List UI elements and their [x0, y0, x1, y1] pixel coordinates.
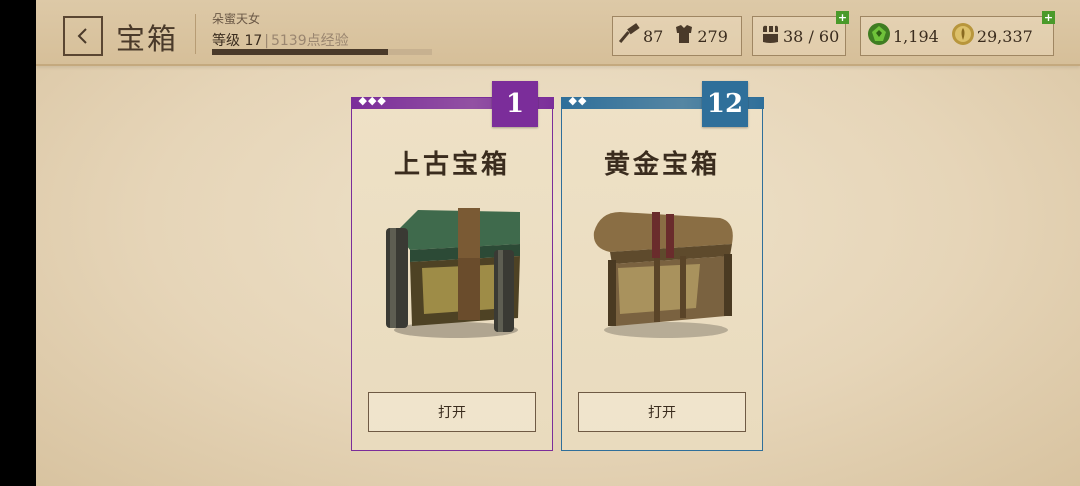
chest-card-ancient[interactable]: ◆◆◆ 1 上古宝箱 打开	[350, 81, 554, 451]
rarity-marks: ◆◆	[568, 93, 588, 107]
xp-progress-fill	[212, 49, 388, 55]
gold-coin-icon	[951, 22, 975, 50]
top-bar: 宝箱 朵蜜天女 等级 17 | 5139点经验 87 279 38 / 60 +…	[36, 0, 1080, 66]
open-chest-button[interactable]: 打开	[578, 392, 746, 432]
chest-count-badge: 12	[702, 81, 748, 127]
back-chevron-icon	[77, 28, 87, 44]
equipment-stats[interactable]: 87 279	[612, 16, 742, 56]
inventory-plus-button[interactable]: +	[836, 11, 849, 24]
chest-name: 上古宝箱	[393, 150, 510, 180]
open-chest-button[interactable]: 打开	[368, 392, 536, 432]
rarity-marks: ◆◆◆	[358, 93, 387, 107]
inventory-counter[interactable]: 38 / 60	[752, 16, 846, 56]
back-button[interactable]	[63, 16, 103, 56]
player-name: 朵蜜天女	[212, 12, 261, 26]
hammer-icon	[618, 23, 641, 49]
currency-panel[interactable]: 1,194 29,337	[860, 16, 1054, 56]
ancient-chest-image	[386, 208, 520, 338]
page-title: 宝箱	[116, 22, 179, 56]
xp-progress-bar	[212, 49, 432, 55]
chest-card-gold[interactable]: ◆◆ 12 黄金宝箱 打开	[560, 81, 764, 451]
chest-count-badge: 1	[492, 81, 538, 127]
gold-value: 29,337	[976, 26, 1033, 46]
level-info: 等级 17 | 5139点经验	[212, 30, 349, 50]
inventory-icon	[759, 23, 781, 49]
armor-value: 279	[697, 26, 728, 46]
chest-name: 黄金宝箱	[603, 150, 720, 180]
hammer-value: 87	[643, 26, 664, 46]
armor-icon	[673, 23, 695, 49]
gold-chest-image	[593, 212, 733, 338]
inventory-value: 38 / 60	[783, 26, 840, 46]
level-separator: |	[264, 33, 269, 49]
gem-icon	[867, 22, 891, 50]
game-screen: 宝箱 朵蜜天女 等级 17 | 5139点经验 87 279 38 / 60 +…	[36, 0, 1080, 486]
currency-plus-button[interactable]: +	[1042, 11, 1055, 24]
title-divider	[195, 14, 196, 54]
level-label: 等级 17	[212, 33, 263, 49]
xp-label: 5139点经验	[270, 33, 349, 49]
gem-value: 1,194	[893, 26, 939, 46]
